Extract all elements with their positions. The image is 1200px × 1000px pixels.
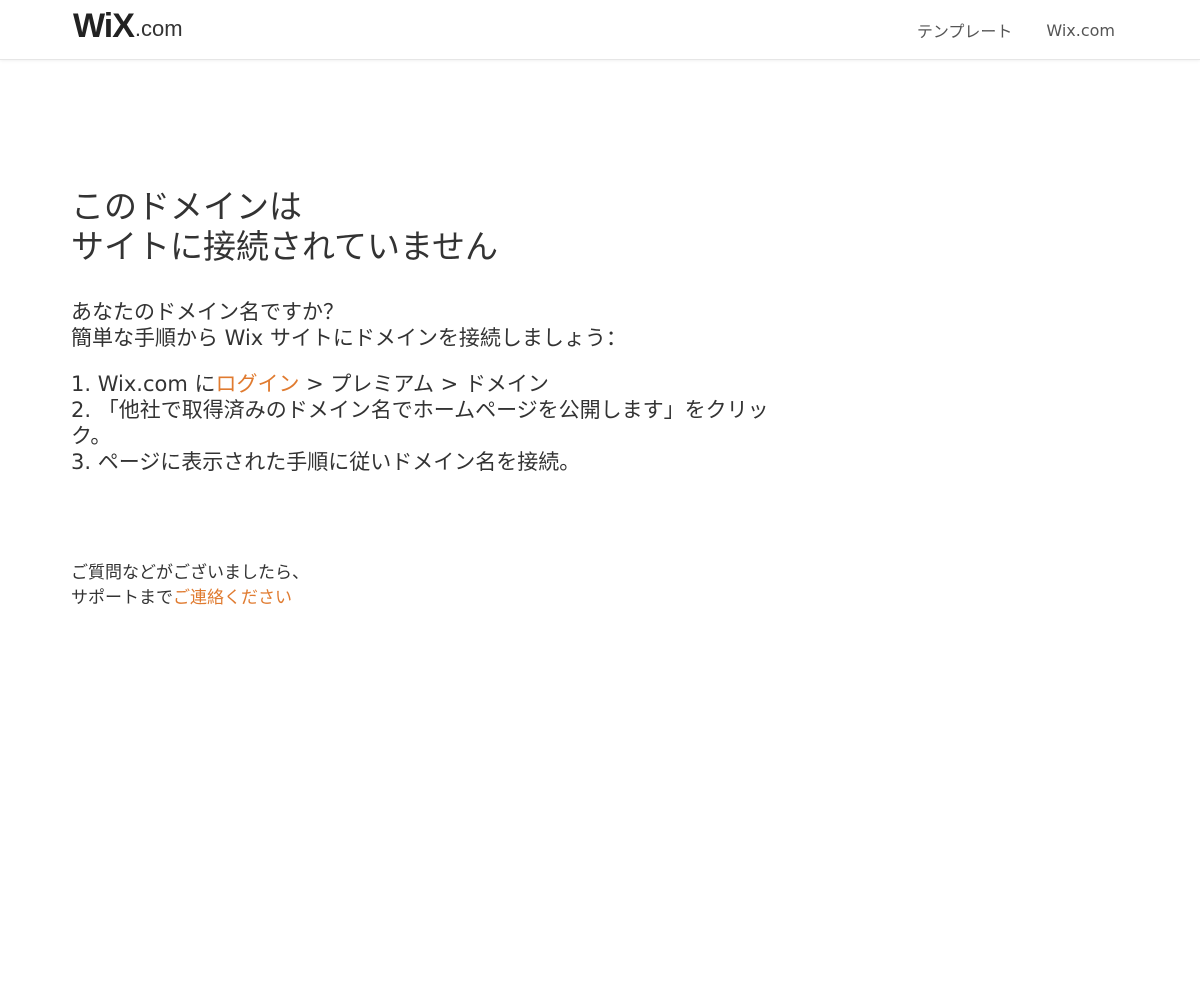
- wix-logo[interactable]: WiX .com: [73, 7, 183, 45]
- page-title-line-2: サイトに接続されていません: [71, 227, 499, 266]
- page-title: このドメインは サイトに接続されていません: [71, 187, 771, 267]
- step-1-suffix: > プレミアム > ドメイン: [299, 372, 549, 396]
- wix-logo-wordmark: WiX: [73, 7, 135, 45]
- contact-section: ご質問などがございましたら、 サポートまでご連絡ください: [71, 561, 771, 611]
- contact-line-1: ご質問などがございましたら、: [71, 563, 309, 583]
- main-content: このドメインは サイトに接続されていません あなたのドメイン名ですか？ 簡単な手…: [71, 187, 771, 611]
- login-link[interactable]: ログイン: [215, 372, 299, 396]
- nav-wix-com-link[interactable]: Wix.com: [1046, 21, 1115, 40]
- step-1-prefix: 1. Wix.com に: [71, 372, 216, 396]
- wix-logo-dotcom: .com: [134, 16, 183, 41]
- step-3: 3. ページに表示された手順に従いドメイン名を接続。: [71, 450, 581, 474]
- nav-templates-link[interactable]: テンプレート: [917, 18, 1013, 42]
- step-2: 2. 「他社で取得済みのドメイン名でホームページを公開します」をクリック。: [71, 398, 769, 448]
- top-header: WiX .com テンプレート Wix.com: [0, 0, 1200, 60]
- contact-prefix: サポートまで: [71, 588, 173, 608]
- steps-list: 1. Wix.com にログイン > プレミアム > ドメイン 2. 「他社で取…: [71, 371, 771, 475]
- intro-instruction: 簡単な手順から Wix サイトにドメインを接続しましょう：: [71, 326, 627, 350]
- page-title-line-1: このドメインは: [71, 187, 302, 226]
- contact-line-2: サポートまでご連絡ください: [71, 586, 771, 611]
- header-nav: テンプレート Wix.com: [883, 0, 1115, 60]
- step-1: 1. Wix.com にログイン > プレミアム > ドメイン: [71, 371, 771, 397]
- intro-text: あなたのドメイン名ですか？ 簡単な手順から Wix サイトにドメインを接続しまし…: [71, 299, 771, 351]
- contact-support-link[interactable]: ご連絡ください: [173, 588, 292, 608]
- intro-question: あなたのドメイン名ですか？: [71, 300, 344, 324]
